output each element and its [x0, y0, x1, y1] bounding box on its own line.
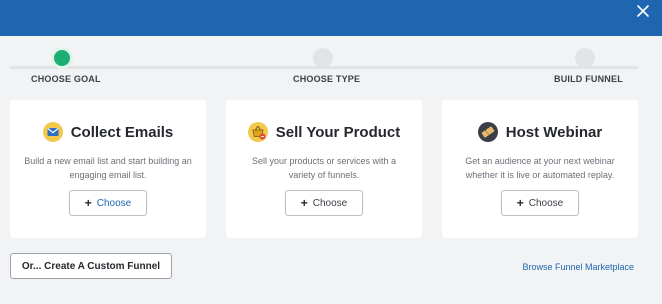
card-title: Host Webinar [505, 123, 603, 141]
goal-card-sell-your-product[interactable]: Sell Your Product Sell your products or … [226, 100, 422, 238]
envelope-icon [42, 122, 63, 142]
browse-funnel-marketplace-link[interactable]: Browse Funnel Marketplace [522, 262, 634, 272]
shopping-basket-icon [247, 122, 268, 142]
step-label-choose-type: CHOOSE TYPE [293, 74, 361, 84]
choose-label: Choose [312, 197, 348, 209]
choose-button-collect-emails[interactable]: + Choose [69, 190, 147, 216]
choose-label: Choose [528, 197, 564, 209]
choose-button-sell-your-product[interactable]: + Choose [285, 190, 363, 216]
goal-card-host-webinar[interactable]: Host Webinar Get an audience at your nex… [442, 100, 638, 238]
create-custom-funnel-button[interactable]: Or... Create A Custom Funnel [10, 253, 172, 279]
plus-icon: + [84, 196, 92, 210]
choose-button-host-webinar[interactable]: + Choose [501, 190, 579, 216]
step-dot-build-funnel [575, 48, 595, 68]
choose-label: Choose [96, 197, 132, 209]
step-progress: CHOOSE GOAL CHOOSE TYPE BUILD FUNNEL [0, 36, 662, 96]
card-title: Collect Emails [70, 123, 174, 141]
card-description: Build a new email list and start buildin… [24, 156, 192, 180]
card-title: Sell Your Product [275, 123, 401, 141]
card-description: Get an audience at your next webinar whe… [465, 156, 615, 180]
step-dot-choose-type [313, 48, 333, 68]
step-label-choose-goal: CHOOSE GOAL [31, 74, 101, 84]
step-label-build-funnel: BUILD FUNNEL [554, 74, 623, 84]
ticket-icon [477, 122, 498, 142]
plus-icon: + [300, 196, 308, 210]
modal-header [0, 0, 662, 36]
goal-card-collect-emails[interactable]: Collect Emails Build a new email list an… [10, 100, 206, 238]
close-icon[interactable] [636, 4, 650, 18]
plus-icon: + [516, 196, 524, 210]
step-dot-choose-goal [51, 47, 73, 69]
card-description: Sell your products or services with a va… [251, 156, 397, 180]
